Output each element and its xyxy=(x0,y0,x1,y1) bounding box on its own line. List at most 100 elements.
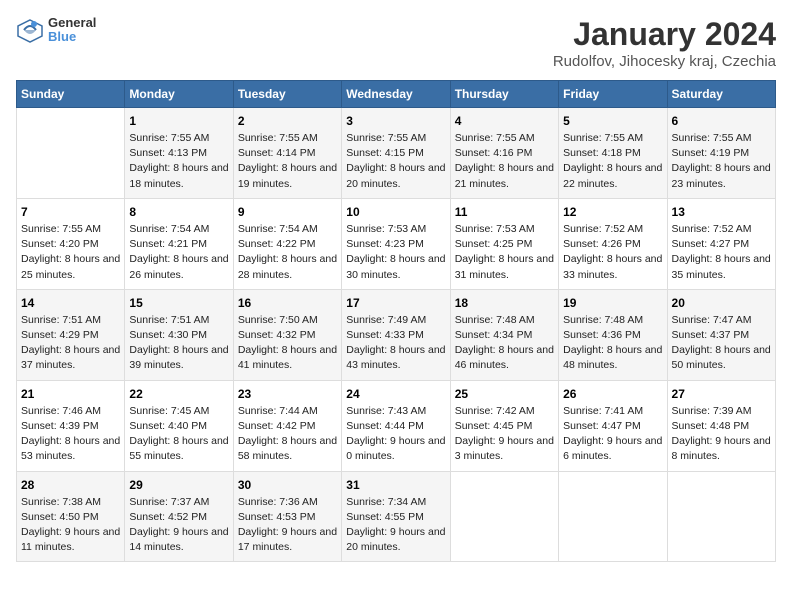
calendar-cell xyxy=(559,471,667,562)
day-number: 28 xyxy=(21,478,120,492)
calendar-cell: 22 Sunrise: 7:45 AMSunset: 4:40 PMDayligh… xyxy=(125,380,233,471)
day-header-saturday: Saturday xyxy=(667,81,775,108)
day-number: 30 xyxy=(238,478,337,492)
cell-info: Sunrise: 7:55 AMSunset: 4:15 PMDaylight:… xyxy=(346,131,445,192)
cell-info: Sunrise: 7:53 AMSunset: 4:23 PMDaylight:… xyxy=(346,222,445,283)
week-row-2: 7 Sunrise: 7:55 AMSunset: 4:20 PMDaylight… xyxy=(17,198,776,289)
calendar-cell: 3 Sunrise: 7:55 AMSunset: 4:15 PMDaylight… xyxy=(342,108,450,199)
cell-info: Sunrise: 7:44 AMSunset: 4:42 PMDaylight:… xyxy=(238,404,337,465)
day-number: 4 xyxy=(455,114,554,128)
day-header-tuesday: Tuesday xyxy=(233,81,341,108)
day-number: 5 xyxy=(563,114,662,128)
calendar-cell: 5 Sunrise: 7:55 AMSunset: 4:18 PMDaylight… xyxy=(559,108,667,199)
calendar-cell: 20Sunrise: 7:47 AMSunset: 4:37 PMDayligh… xyxy=(667,289,775,380)
cell-info: Sunrise: 7:45 AMSunset: 4:40 PMDaylight:… xyxy=(129,404,228,465)
cell-info: Sunrise: 7:51 AMSunset: 4:29 PMDaylight:… xyxy=(21,313,120,374)
cell-info: Sunrise: 7:54 AMSunset: 4:21 PMDaylight:… xyxy=(129,222,228,283)
title-area: January 2024 Rudolfov, Jihocesky kraj, C… xyxy=(553,16,776,70)
cell-info: Sunrise: 7:43 AMSunset: 4:44 PMDaylight:… xyxy=(346,404,445,465)
day-number: 18 xyxy=(455,296,554,310)
day-number: 20 xyxy=(672,296,771,310)
calendar-cell: 16Sunrise: 7:50 AMSunset: 4:32 PMDayligh… xyxy=(233,289,341,380)
calendar-cell: 8Sunrise: 7:54 AMSunset: 4:21 PMDaylight… xyxy=(125,198,233,289)
cell-info: Sunrise: 7:51 AMSunset: 4:30 PMDaylight:… xyxy=(129,313,228,374)
calendar-cell: 19 Sunrise: 7:48 AMSunset: 4:36 PMDayligh… xyxy=(559,289,667,380)
calendar-cell xyxy=(450,471,558,562)
cell-info: Sunrise: 7:55 AMSunset: 4:16 PMDaylight:… xyxy=(455,131,554,192)
calendar-table: SundayMondayTuesdayWednesdayThursdayFrid… xyxy=(16,80,776,562)
day-number: 13 xyxy=(672,205,771,219)
cell-info: Sunrise: 7:48 AMSunset: 4:34 PMDaylight:… xyxy=(455,313,554,374)
cell-info: Sunrise: 7:53 AMSunset: 4:25 PMDaylight:… xyxy=(455,222,554,283)
calendar-cell xyxy=(667,471,775,562)
logo-icon xyxy=(16,16,44,44)
calendar-cell: 10 Sunrise: 7:53 AMSunset: 4:23 PMDayligh… xyxy=(342,198,450,289)
day-number: 22 xyxy=(129,387,228,401)
day-number: 12 xyxy=(563,205,662,219)
calendar-cell: 21Sunrise: 7:46 AMSunset: 4:39 PMDayligh… xyxy=(17,380,125,471)
calendar-subtitle: Rudolfov, Jihocesky kraj, Czechia xyxy=(553,53,776,70)
calendar-cell xyxy=(17,108,125,199)
calendar-cell: 12 Sunrise: 7:52 AMSunset: 4:26 PMDayligh… xyxy=(559,198,667,289)
week-row-3: 14 Sunrise: 7:51 AMSunset: 4:29 PMDayligh… xyxy=(17,289,776,380)
calendar-cell: 2 Sunrise: 7:55 AMSunset: 4:14 PMDaylight… xyxy=(233,108,341,199)
calendar-cell: 7 Sunrise: 7:55 AMSunset: 4:20 PMDaylight… xyxy=(17,198,125,289)
calendar-cell: 9 Sunrise: 7:54 AMSunset: 4:22 PMDaylight… xyxy=(233,198,341,289)
day-number: 24 xyxy=(346,387,445,401)
day-header-wednesday: Wednesday xyxy=(342,81,450,108)
cell-info: Sunrise: 7:55 AMSunset: 4:14 PMDaylight:… xyxy=(238,131,337,192)
cell-info: Sunrise: 7:46 AMSunset: 4:39 PMDaylight:… xyxy=(21,404,120,465)
calendar-cell: 24 Sunrise: 7:43 AMSunset: 4:44 PMDayligh… xyxy=(342,380,450,471)
header-row: SundayMondayTuesdayWednesdayThursdayFrid… xyxy=(17,81,776,108)
day-number: 10 xyxy=(346,205,445,219)
day-number: 6 xyxy=(672,114,771,128)
cell-info: Sunrise: 7:36 AMSunset: 4:53 PMDaylight:… xyxy=(238,495,337,556)
day-number: 2 xyxy=(238,114,337,128)
day-number: 14 xyxy=(21,296,120,310)
cell-info: Sunrise: 7:50 AMSunset: 4:32 PMDaylight:… xyxy=(238,313,337,374)
calendar-cell: 14 Sunrise: 7:51 AMSunset: 4:29 PMDayligh… xyxy=(17,289,125,380)
logo: General Blue xyxy=(16,16,96,45)
day-number: 29 xyxy=(129,478,228,492)
cell-info: Sunrise: 7:55 AMSunset: 4:18 PMDaylight:… xyxy=(563,131,662,192)
day-number: 7 xyxy=(21,205,120,219)
day-header-thursday: Thursday xyxy=(450,81,558,108)
logo-line1: General xyxy=(48,16,96,30)
cell-info: Sunrise: 7:42 AMSunset: 4:45 PMDaylight:… xyxy=(455,404,554,465)
cell-info: Sunrise: 7:54 AMSunset: 4:22 PMDaylight:… xyxy=(238,222,337,283)
calendar-cell: 6Sunrise: 7:55 AMSunset: 4:19 PMDaylight… xyxy=(667,108,775,199)
calendar-cell: 25 Sunrise: 7:42 AMSunset: 4:45 PMDayligh… xyxy=(450,380,558,471)
calendar-title: January 2024 xyxy=(553,16,776,53)
day-number: 31 xyxy=(346,478,445,492)
cell-info: Sunrise: 7:49 AMSunset: 4:33 PMDaylight:… xyxy=(346,313,445,374)
calendar-cell: 31 Sunrise: 7:34 AMSunset: 4:55 PMDayligh… xyxy=(342,471,450,562)
day-number: 15 xyxy=(129,296,228,310)
cell-info: Sunrise: 7:52 AMSunset: 4:26 PMDaylight:… xyxy=(563,222,662,283)
logo-line2: Blue xyxy=(48,30,96,44)
cell-info: Sunrise: 7:48 AMSunset: 4:36 PMDaylight:… xyxy=(563,313,662,374)
calendar-cell: 29 Sunrise: 7:37 AMSunset: 4:52 PMDayligh… xyxy=(125,471,233,562)
day-number: 23 xyxy=(238,387,337,401)
cell-info: Sunrise: 7:52 AMSunset: 4:27 PMDaylight:… xyxy=(672,222,771,283)
day-header-friday: Friday xyxy=(559,81,667,108)
cell-info: Sunrise: 7:41 AMSunset: 4:47 PMDaylight:… xyxy=(563,404,662,465)
cell-info: Sunrise: 7:37 AMSunset: 4:52 PMDaylight:… xyxy=(129,495,228,556)
week-row-5: 28Sunrise: 7:38 AMSunset: 4:50 PMDayligh… xyxy=(17,471,776,562)
calendar-cell: 26Sunrise: 7:41 AMSunset: 4:47 PMDayligh… xyxy=(559,380,667,471)
day-number: 11 xyxy=(455,205,554,219)
week-row-1: 1Sunrise: 7:55 AMSunset: 4:13 PMDaylight… xyxy=(17,108,776,199)
calendar-cell: 28Sunrise: 7:38 AMSunset: 4:50 PMDayligh… xyxy=(17,471,125,562)
header: General Blue January 2024 Rudolfov, Jiho… xyxy=(16,16,776,70)
week-row-4: 21Sunrise: 7:46 AMSunset: 4:39 PMDayligh… xyxy=(17,380,776,471)
day-number: 19 xyxy=(563,296,662,310)
calendar-cell: 18 Sunrise: 7:48 AMSunset: 4:34 PMDayligh… xyxy=(450,289,558,380)
day-number: 25 xyxy=(455,387,554,401)
cell-info: Sunrise: 7:34 AMSunset: 4:55 PMDaylight:… xyxy=(346,495,445,556)
calendar-cell: 23 Sunrise: 7:44 AMSunset: 4:42 PMDayligh… xyxy=(233,380,341,471)
cell-info: Sunrise: 7:55 AMSunset: 4:20 PMDaylight:… xyxy=(21,222,120,283)
day-number: 9 xyxy=(238,205,337,219)
day-number: 3 xyxy=(346,114,445,128)
calendar-cell: 27Sunrise: 7:39 AMSunset: 4:48 PMDayligh… xyxy=(667,380,775,471)
day-number: 27 xyxy=(672,387,771,401)
calendar-cell: 11 Sunrise: 7:53 AMSunset: 4:25 PMDayligh… xyxy=(450,198,558,289)
